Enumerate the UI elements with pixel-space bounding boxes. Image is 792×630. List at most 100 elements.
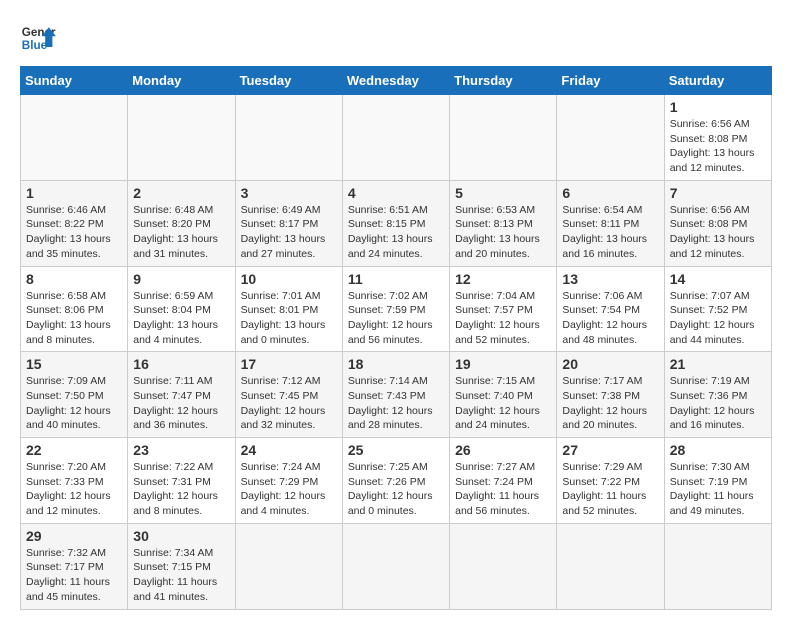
day-number: 25 [348, 442, 444, 458]
calendar-cell: 7 Sunrise: 6:56 AM Sunset: 8:08 PM Dayli… [664, 180, 771, 266]
sunrise-label: Sunrise: 7:01 AM [241, 290, 321, 302]
daylight-label: Daylight: 12 hours and 0 minutes. [348, 490, 433, 517]
sunset-label: Sunset: 7:26 PM [348, 476, 426, 488]
day-info: Sunrise: 7:27 AM Sunset: 7:24 PM Dayligh… [455, 460, 551, 519]
sunset-label: Sunset: 7:31 PM [133, 476, 211, 488]
calendar-cell: 1 Sunrise: 6:56 AM Sunset: 8:08 PM Dayli… [664, 95, 771, 181]
calendar-cell [557, 523, 664, 609]
calendar-cell [235, 95, 342, 181]
day-number: 8 [26, 271, 122, 287]
sunrise-label: Sunrise: 6:56 AM [670, 118, 750, 130]
daylight-label: Daylight: 11 hours and 56 minutes. [455, 490, 539, 517]
day-header-monday: Monday [128, 67, 235, 95]
day-number: 9 [133, 271, 229, 287]
day-number: 20 [562, 356, 658, 372]
sunset-label: Sunset: 8:15 PM [348, 218, 426, 230]
day-info: Sunrise: 7:01 AM Sunset: 8:01 PM Dayligh… [241, 289, 337, 348]
day-number: 23 [133, 442, 229, 458]
sunrise-label: Sunrise: 7:29 AM [562, 461, 642, 473]
sunset-label: Sunset: 7:24 PM [455, 476, 533, 488]
sunset-label: Sunset: 8:08 PM [670, 133, 748, 145]
calendar-cell: 23 Sunrise: 7:22 AM Sunset: 7:31 PM Dayl… [128, 438, 235, 524]
daylight-label: Daylight: 13 hours and 4 minutes. [133, 319, 218, 346]
day-info: Sunrise: 6:53 AM Sunset: 8:13 PM Dayligh… [455, 203, 551, 262]
sunrise-label: Sunrise: 7:12 AM [241, 375, 321, 387]
daylight-label: Daylight: 12 hours and 40 minutes. [26, 405, 111, 432]
daylight-label: Daylight: 13 hours and 12 minutes. [670, 147, 755, 174]
calendar-cell: 3 Sunrise: 6:49 AM Sunset: 8:17 PM Dayli… [235, 180, 342, 266]
day-number: 12 [455, 271, 551, 287]
sunrise-label: Sunrise: 6:48 AM [133, 204, 213, 216]
sunrise-label: Sunrise: 7:34 AM [133, 547, 213, 559]
sunrise-label: Sunrise: 7:07 AM [670, 290, 750, 302]
days-header-row: SundayMondayTuesdayWednesdayThursdayFrid… [21, 67, 772, 95]
daylight-label: Daylight: 12 hours and 20 minutes. [562, 405, 647, 432]
daylight-label: Daylight: 12 hours and 4 minutes. [241, 490, 326, 517]
day-info: Sunrise: 6:58 AM Sunset: 8:06 PM Dayligh… [26, 289, 122, 348]
daylight-label: Daylight: 12 hours and 36 minutes. [133, 405, 218, 432]
sunset-label: Sunset: 8:08 PM [670, 218, 748, 230]
sunset-label: Sunset: 8:20 PM [133, 218, 211, 230]
daylight-label: Daylight: 12 hours and 48 minutes. [562, 319, 647, 346]
day-number: 19 [455, 356, 551, 372]
sunrise-label: Sunrise: 6:51 AM [348, 204, 428, 216]
sunset-label: Sunset: 7:47 PM [133, 390, 211, 402]
calendar-cell: 18 Sunrise: 7:14 AM Sunset: 7:43 PM Dayl… [342, 352, 449, 438]
calendar-cell: 21 Sunrise: 7:19 AM Sunset: 7:36 PM Dayl… [664, 352, 771, 438]
daylight-label: Daylight: 13 hours and 0 minutes. [241, 319, 326, 346]
week-row-1: 1 Sunrise: 6:46 AM Sunset: 8:22 PM Dayli… [21, 180, 772, 266]
day-number: 6 [562, 185, 658, 201]
calendar-cell [128, 95, 235, 181]
sunset-label: Sunset: 8:13 PM [455, 218, 533, 230]
sunset-label: Sunset: 7:45 PM [241, 390, 319, 402]
daylight-label: Daylight: 12 hours and 44 minutes. [670, 319, 755, 346]
day-info: Sunrise: 7:15 AM Sunset: 7:40 PM Dayligh… [455, 374, 551, 433]
day-info: Sunrise: 7:20 AM Sunset: 7:33 PM Dayligh… [26, 460, 122, 519]
calendar-cell: 29 Sunrise: 7:32 AM Sunset: 7:17 PM Dayl… [21, 523, 128, 609]
day-number: 17 [241, 356, 337, 372]
daylight-label: Daylight: 11 hours and 41 minutes. [133, 576, 217, 603]
day-number: 30 [133, 528, 229, 544]
day-info: Sunrise: 7:19 AM Sunset: 7:36 PM Dayligh… [670, 374, 766, 433]
day-number: 18 [348, 356, 444, 372]
calendar-cell: 10 Sunrise: 7:01 AM Sunset: 8:01 PM Dayl… [235, 266, 342, 352]
day-number: 26 [455, 442, 551, 458]
calendar-cell: 6 Sunrise: 6:54 AM Sunset: 8:11 PM Dayli… [557, 180, 664, 266]
sunrise-label: Sunrise: 7:22 AM [133, 461, 213, 473]
daylight-label: Daylight: 12 hours and 12 minutes. [26, 490, 111, 517]
calendar-cell: 25 Sunrise: 7:25 AM Sunset: 7:26 PM Dayl… [342, 438, 449, 524]
sunset-label: Sunset: 7:52 PM [670, 304, 748, 316]
sunrise-label: Sunrise: 7:09 AM [26, 375, 106, 387]
daylight-label: Daylight: 13 hours and 24 minutes. [348, 233, 433, 260]
day-number: 14 [670, 271, 766, 287]
calendar-cell: 15 Sunrise: 7:09 AM Sunset: 7:50 PM Dayl… [21, 352, 128, 438]
week-row-2: 8 Sunrise: 6:58 AM Sunset: 8:06 PM Dayli… [21, 266, 772, 352]
day-info: Sunrise: 7:02 AM Sunset: 7:59 PM Dayligh… [348, 289, 444, 348]
sunset-label: Sunset: 8:11 PM [562, 218, 639, 230]
sunrise-label: Sunrise: 7:04 AM [455, 290, 535, 302]
calendar-cell: 20 Sunrise: 7:17 AM Sunset: 7:38 PM Dayl… [557, 352, 664, 438]
calendar-cell: 16 Sunrise: 7:11 AM Sunset: 7:47 PM Dayl… [128, 352, 235, 438]
day-info: Sunrise: 7:24 AM Sunset: 7:29 PM Dayligh… [241, 460, 337, 519]
day-header-friday: Friday [557, 67, 664, 95]
day-info: Sunrise: 6:46 AM Sunset: 8:22 PM Dayligh… [26, 203, 122, 262]
sunrise-label: Sunrise: 7:32 AM [26, 547, 106, 559]
sunset-label: Sunset: 7:36 PM [670, 390, 748, 402]
day-number: 24 [241, 442, 337, 458]
week-row-3: 15 Sunrise: 7:09 AM Sunset: 7:50 PM Dayl… [21, 352, 772, 438]
sunset-label: Sunset: 7:19 PM [670, 476, 748, 488]
day-number: 11 [348, 271, 444, 287]
daylight-label: Daylight: 11 hours and 45 minutes. [26, 576, 110, 603]
daylight-label: Daylight: 12 hours and 8 minutes. [133, 490, 218, 517]
calendar-cell: 17 Sunrise: 7:12 AM Sunset: 7:45 PM Dayl… [235, 352, 342, 438]
sunrise-label: Sunrise: 7:11 AM [133, 375, 212, 387]
calendar-cell: 9 Sunrise: 6:59 AM Sunset: 8:04 PM Dayli… [128, 266, 235, 352]
sunrise-label: Sunrise: 7:25 AM [348, 461, 428, 473]
logo-icon: General Blue [20, 20, 56, 56]
calendar-cell [235, 523, 342, 609]
sunrise-label: Sunrise: 6:59 AM [133, 290, 213, 302]
sunset-label: Sunset: 8:06 PM [26, 304, 104, 316]
daylight-label: Daylight: 13 hours and 20 minutes. [455, 233, 540, 260]
calendar-cell: 8 Sunrise: 6:58 AM Sunset: 8:06 PM Dayli… [21, 266, 128, 352]
calendar-cell [21, 95, 128, 181]
